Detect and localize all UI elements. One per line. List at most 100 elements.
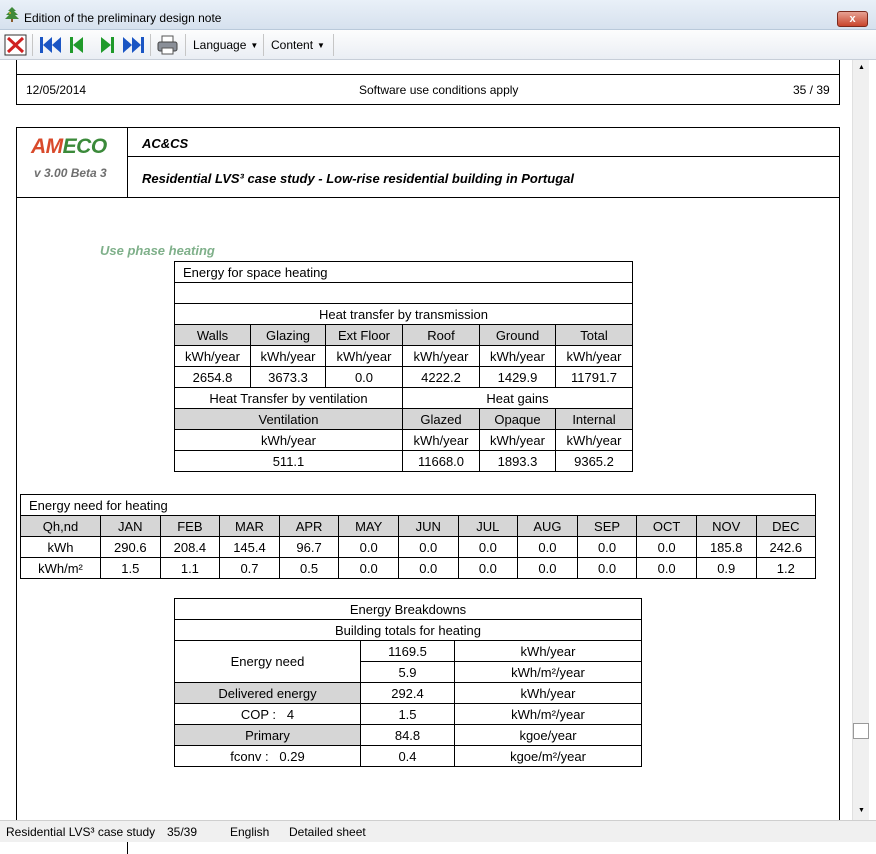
transmission-title: Heat transfer by transmission [174, 303, 633, 325]
gain-unit: kWh/year [555, 429, 633, 451]
table-subtitle: Building totals for heating [174, 619, 642, 641]
month-header: MAR [219, 515, 280, 537]
ventilation-value: 511.1 [174, 450, 403, 472]
divider [127, 842, 128, 854]
previous-page-footer: 12/05/2014 Software use conditions apply… [16, 60, 840, 105]
value-cell: 1429.9 [479, 366, 556, 388]
value-cell: 3673.3 [250, 366, 326, 388]
month-value: 0.0 [576, 536, 638, 558]
exit-icon[interactable] [4, 34, 28, 56]
ventilation-header: Ventilation [174, 408, 403, 430]
month-value: 242.6 [755, 536, 817, 558]
table-cell: 1.5 [360, 703, 455, 725]
month-value: 0.9 [695, 557, 757, 579]
window-edge [869, 60, 876, 820]
status-page: 35/39 [167, 825, 198, 839]
gain-value: 1893.3 [479, 450, 556, 472]
table-title: Energy Breakdowns [174, 598, 642, 620]
fconv-label: fconv : 0.29 [174, 745, 361, 767]
month-value: 0.0 [397, 557, 459, 579]
month-value: 0.0 [517, 557, 578, 579]
energy-need-label: Energy need [174, 640, 361, 683]
column-header: Total [555, 324, 633, 346]
empty-row [174, 282, 633, 304]
delivered-label: Delivered energy [174, 682, 361, 704]
last-page-icon[interactable] [121, 34, 146, 56]
scroll-thumb[interactable] [853, 723, 869, 739]
month-header: JUL [457, 515, 519, 537]
value-cell: 2654.8 [174, 366, 251, 388]
gains-title: Heat gains [402, 387, 633, 409]
unit-cell: kWh/year [402, 345, 480, 367]
company-name: AC&CS [142, 136, 189, 151]
toolbar-separator [150, 34, 151, 56]
unit-cell: kWh/year [555, 345, 633, 367]
version-label: v 3.00 Beta 3 [34, 166, 107, 180]
month-header: NOV [695, 515, 757, 537]
unit-cell: kWh/year [479, 345, 556, 367]
month-value: 0.0 [636, 557, 697, 579]
document-page: AMECO v 3.00 Beta 3 AC&CS Residential LV… [16, 127, 840, 820]
gain-header: Opaque [479, 408, 556, 430]
chevron-down-icon: ▼ [250, 41, 259, 50]
toolbar-separator [333, 34, 334, 56]
footer-page-number: 35 / 39 [793, 83, 830, 97]
month-value: 0.7 [219, 557, 280, 579]
table-cell: kgoe/m²/year [454, 745, 642, 767]
table-cell: kgoe/year [454, 724, 642, 746]
section-title: Use phase heating [100, 243, 215, 258]
scroll-up-icon[interactable]: ▲ [858, 64, 865, 71]
toolbar: Language ▼ Content ▼ [0, 30, 876, 60]
table-cell: kWh/m²/year [454, 661, 642, 683]
vertical-scrollbar[interactable]: ▲ ▼ [852, 60, 869, 820]
previous-page-icon[interactable] [68, 34, 86, 56]
energy-breakdown-table: Energy Breakdowns Building totals for he… [174, 598, 642, 767]
month-header: AUG [517, 515, 578, 537]
month-value: 0.0 [457, 557, 519, 579]
print-icon[interactable] [156, 34, 180, 56]
next-page-icon[interactable] [98, 34, 116, 56]
footer-notice: Software use conditions apply [359, 83, 519, 97]
value-cell: 11791.7 [555, 366, 633, 388]
month-value: 0.5 [278, 557, 340, 579]
gain-value: 9365.2 [555, 450, 633, 472]
status-language: English [230, 825, 270, 839]
month-value: 0.0 [457, 536, 519, 558]
month-value: 1.5 [100, 557, 161, 579]
document-viewport[interactable]: 12/05/2014 Software use conditions apply… [0, 60, 852, 820]
content-menu[interactable]: Content ▼ [271, 38, 325, 52]
month-header: JAN [100, 515, 161, 537]
month-header: FEB [159, 515, 221, 537]
table-cell: 5.9 [360, 661, 455, 683]
unit-cell: kWh/year [174, 345, 251, 367]
language-menu-label: Language [193, 38, 247, 52]
column-header: Ground [479, 324, 556, 346]
app-icon [5, 7, 19, 22]
table-title: Energy for space heating [174, 261, 633, 283]
header-divider [128, 128, 839, 157]
unit-cell: kWh/year [325, 345, 403, 367]
month-value: 0.0 [397, 536, 459, 558]
gain-unit: kWh/year [479, 429, 556, 451]
month-value: 96.7 [278, 536, 340, 558]
toolbar-separator [32, 34, 33, 56]
divider [17, 74, 839, 75]
value-cell: 0.0 [325, 366, 403, 388]
primary-label: Primary [174, 724, 361, 746]
toolbar-separator [263, 34, 264, 56]
corner-header: Qh,nd [20, 515, 101, 537]
month-header: JUN [397, 515, 459, 537]
table-title: Energy need for heating [19, 494, 817, 516]
gain-value: 11668.0 [402, 450, 480, 472]
gain-header: Glazed [402, 408, 480, 430]
logo-text-am: AM [31, 135, 63, 158]
ameco-logo: AMECO v 3.00 Beta 3 [17, 128, 128, 198]
space-heating-table: Energy for space heating Heat transfer b… [174, 261, 633, 472]
unit-cell: kWh/year [250, 345, 326, 367]
logo-text-eco: ECO [62, 135, 108, 158]
scroll-down-icon[interactable]: ▼ [858, 807, 865, 814]
first-page-icon[interactable] [39, 34, 63, 56]
close-button[interactable]: x [837, 11, 868, 27]
language-menu[interactable]: Language ▼ [193, 38, 258, 52]
column-header: Roof [402, 324, 480, 346]
